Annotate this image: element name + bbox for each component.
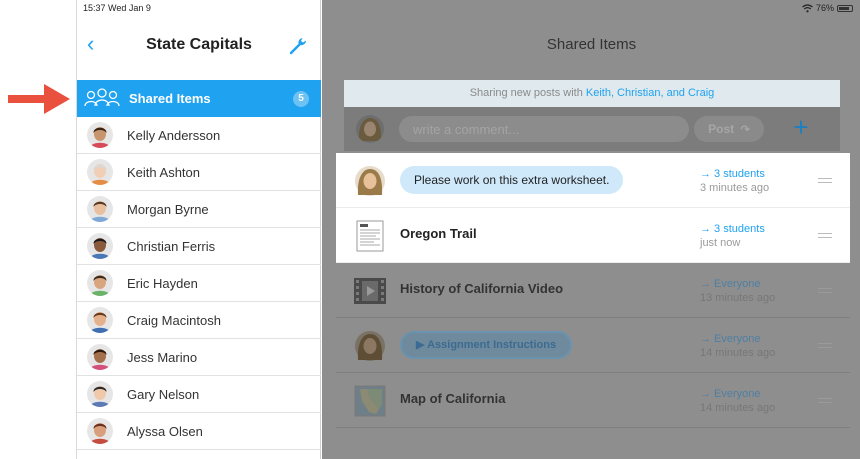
student-name: Keith Ashton — [127, 164, 200, 180]
student-name: Christian Ferris — [127, 238, 216, 254]
sidebar-item-student[interactable]: Christian Ferris — [77, 228, 321, 265]
battery-percent: 76% — [815, 3, 834, 13]
sidebar-item-student[interactable]: Eric Hayden — [77, 265, 321, 302]
student-avatar — [87, 196, 113, 222]
student-avatar — [87, 233, 113, 259]
status-time: 15:37 Wed Jan 9 — [83, 3, 151, 13]
drag-handle-icon[interactable] — [818, 233, 832, 238]
sharing-banner-prefix: Sharing new posts with — [469, 87, 586, 99]
student-name: Eric Hayden — [127, 275, 198, 291]
timestamp: 13 minutes ago — [700, 292, 776, 304]
comment-input[interactable] — [399, 116, 689, 142]
assignment-audio-button[interactable]: ▶ Assignment Instructions — [400, 331, 573, 359]
battery-icon — [837, 4, 853, 12]
teacher-face-icon — [356, 115, 384, 143]
feed-item-meta: → Everyone 14 minutes ago — [700, 387, 775, 415]
timestamp: 14 minutes ago — [700, 402, 776, 414]
recipients-link[interactable]: → 3 students — [700, 167, 769, 181]
timestamp: 3 minutes ago — [700, 182, 770, 194]
send-arrow-icon: ↷ — [737, 124, 750, 136]
wrench-icon[interactable] — [287, 34, 309, 56]
class-sidebar: ‹ State Capitals Shared Items 5 Kelly An… — [77, 0, 321, 459]
sharing-banner: Sharing new posts with Keith, Christian,… — [344, 80, 840, 107]
sidebar-item-student[interactable]: Kelly Andersson — [77, 117, 321, 154]
timestamp: 14 minutes ago — [700, 347, 776, 359]
sidebar-item-shared-items[interactable]: Shared Items 5 — [77, 80, 321, 117]
timestamp: just now — [700, 237, 741, 249]
feed-item-video[interactable]: History of California Video → Everyone 13 … — [336, 263, 850, 318]
sidebar-item-label: Shared Items — [129, 91, 211, 106]
feed-item-meta: → Everyone 13 minutes ago — [700, 277, 775, 305]
feed-item-title: Map of California — [400, 391, 506, 406]
student-name: Alyssa Olsen — [127, 423, 203, 439]
class-title: State Capitals — [146, 36, 252, 53]
screenshot-stage: 15:37 Wed Jan 9 76% ‹ State Capitals Sha… — [0, 0, 860, 459]
map-thumbnail-icon — [354, 385, 386, 417]
status-indicators: 76% — [802, 3, 853, 13]
recipients-link[interactable]: → 3 students — [700, 222, 765, 236]
feed-item-title: Oregon Trail — [400, 226, 477, 241]
sidebar-header: ‹ State Capitals — [77, 16, 321, 74]
shared-items-pane: Shared Items Sharing new posts with Keit… — [322, 0, 860, 459]
student-name: Morgan Byrne — [127, 201, 209, 217]
ipad-screen: 15:37 Wed Jan 9 76% ‹ State Capitals Sha… — [76, 0, 860, 459]
drag-handle-icon[interactable] — [818, 178, 832, 183]
student-avatar — [87, 344, 113, 370]
student-name: Craig Macintosh — [127, 312, 221, 328]
sidebar-item-student[interactable]: Alyssa Olsen — [77, 413, 321, 450]
wifi-icon — [802, 3, 813, 12]
sidebar-item-student[interactable]: Jess Marino — [77, 339, 321, 376]
teacher-avatar — [356, 115, 384, 143]
recipients-link[interactable]: → Everyone — [700, 277, 775, 291]
sidebar-item-student[interactable]: Gary Nelson — [77, 376, 321, 413]
add-item-button[interactable]: + — [788, 113, 814, 143]
feed-item-title: History of California Video — [400, 281, 564, 296]
group-people-icon — [84, 87, 120, 106]
compose-bar: Post ↷ + — [344, 107, 840, 151]
feed-item-audio[interactable]: ▶ Assignment Instructions → Everyone 14 mi… — [336, 318, 850, 373]
document-thumbnail-icon — [354, 220, 386, 252]
student-name: Gary Nelson — [127, 386, 200, 402]
count-badge: 5 — [293, 91, 309, 107]
message-thumbnail-icon — [354, 165, 386, 197]
post-button[interactable]: Post ↷ — [694, 116, 764, 142]
student-avatar — [87, 381, 113, 407]
sidebar-item-student[interactable]: Craig Macintosh — [77, 302, 321, 339]
pointer-arrow-icon — [8, 84, 70, 114]
video-thumbnail-icon — [354, 275, 386, 307]
drag-handle-icon[interactable] — [818, 398, 832, 403]
feed-item-message[interactable]: Please work on this extra worksheet. → 3 … — [336, 153, 850, 208]
student-avatar — [87, 307, 113, 333]
student-avatar — [87, 418, 113, 444]
feed-item-document[interactable]: Oregon Trail → 3 students just now — [336, 208, 850, 263]
drag-handle-icon[interactable] — [818, 288, 832, 293]
message-bubble: Please work on this extra worksheet. — [400, 166, 624, 194]
audio-thumbnail-icon — [354, 330, 386, 362]
status-bar: 15:37 Wed Jan 9 76% — [77, 0, 860, 16]
student-avatar — [87, 270, 113, 296]
student-name: Kelly Andersson — [127, 127, 221, 143]
drag-handle-icon[interactable] — [818, 343, 832, 348]
recipients-link[interactable]: → Everyone — [700, 332, 775, 346]
sidebar-item-student[interactable]: Morgan Byrne — [77, 191, 321, 228]
feed-item-meta: → Everyone 14 minutes ago — [700, 332, 775, 360]
feed-item-map[interactable]: Map of California → Everyone 14 minutes ag… — [336, 373, 850, 428]
student-avatar — [87, 159, 113, 185]
feed-item-meta: → 3 students 3 minutes ago — [700, 167, 769, 195]
pane-title: Shared Items — [546, 36, 637, 53]
feed-item-meta: → 3 students just now — [700, 222, 765, 250]
sharing-recipients-link[interactable]: Keith, Christian, and Craig — [586, 87, 714, 99]
sidebar-item-student[interactable]: Keith Ashton — [77, 154, 321, 191]
student-name: Jess Marino — [127, 349, 198, 365]
student-avatar — [87, 122, 113, 148]
recipients-link[interactable]: → Everyone — [700, 387, 775, 401]
post-button-label: Post — [708, 122, 735, 136]
